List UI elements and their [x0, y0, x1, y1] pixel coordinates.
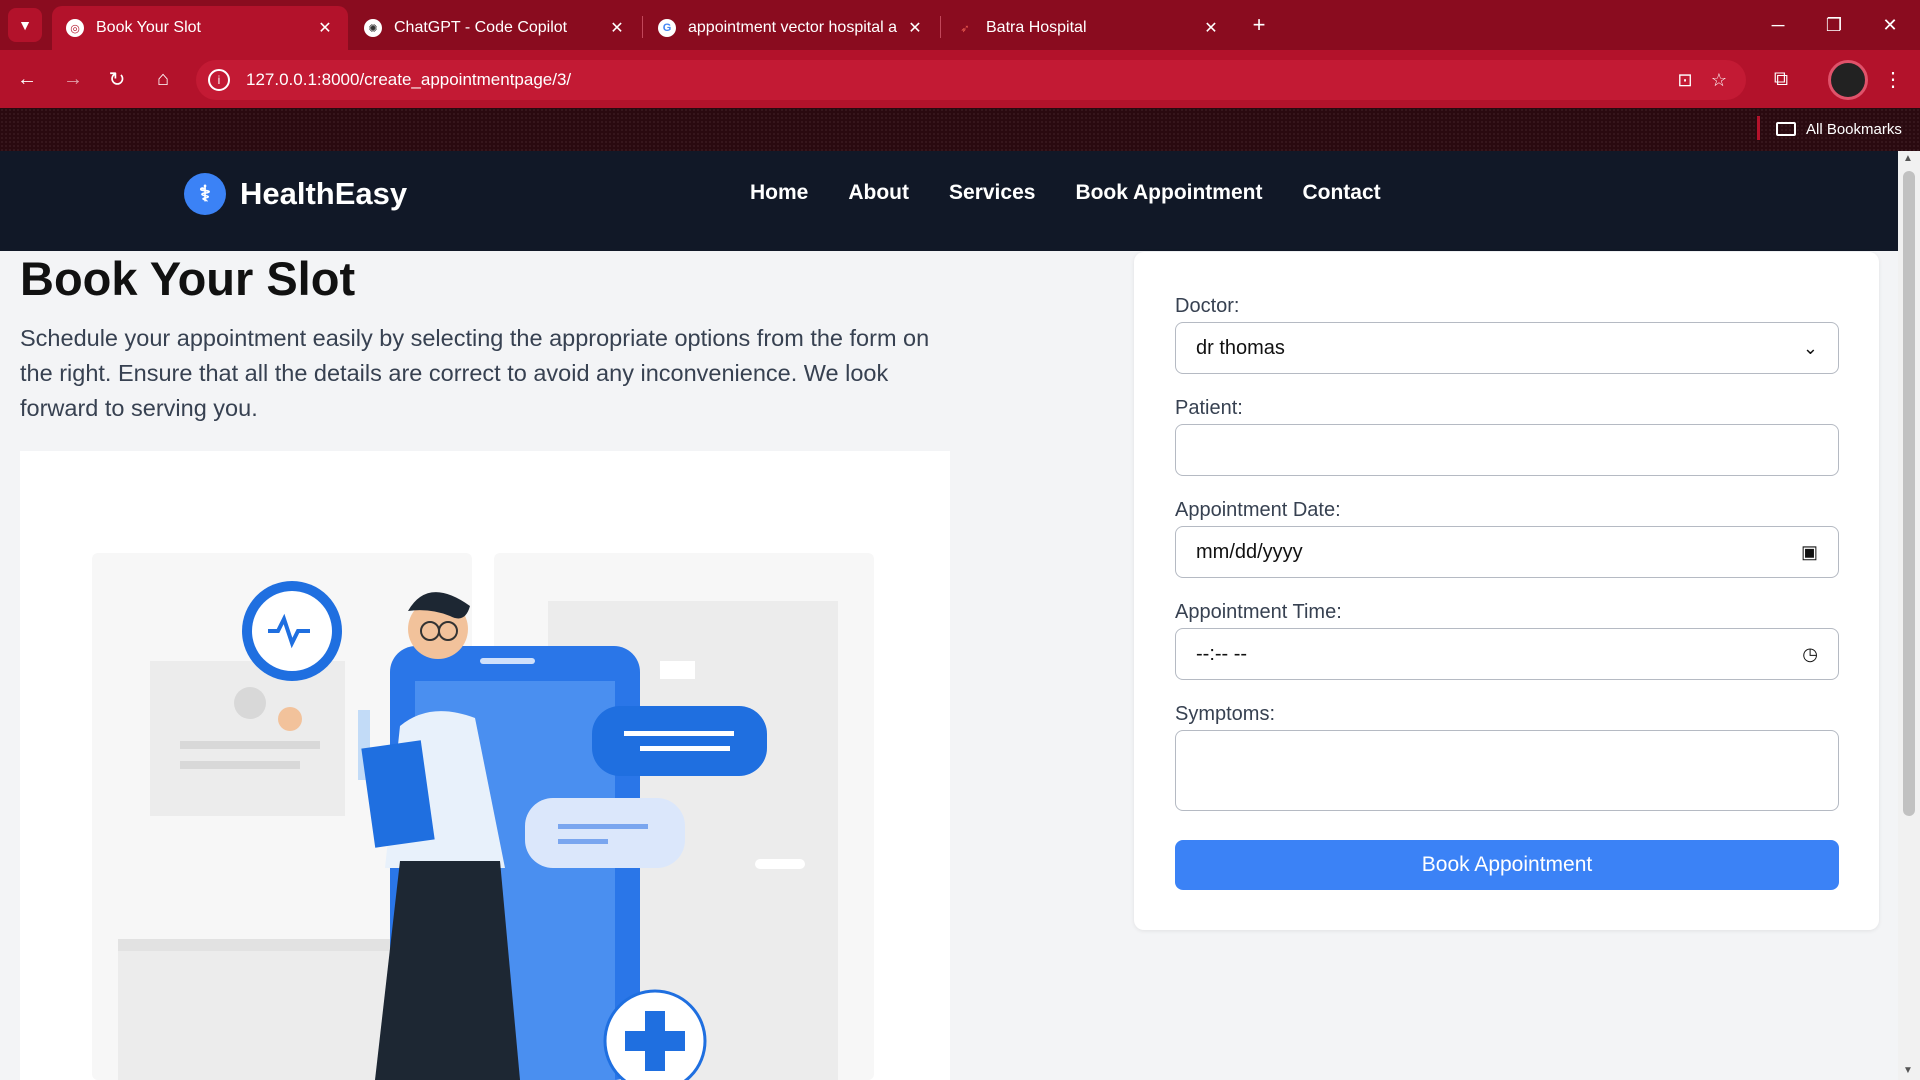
close-icon[interactable]: ✕ [316, 18, 334, 38]
appointment-time-label: Appointment Time: [1175, 601, 1342, 623]
nav-about[interactable]: About [848, 181, 909, 205]
back-icon[interactable]: ← [10, 62, 44, 96]
lens-icon[interactable]: ⊡ [1668, 63, 1702, 97]
url-text[interactable]: 127.0.0.1:8000/create_appointmentpage/3/ [246, 70, 1668, 90]
batra-logo-icon: ➶ [960, 22, 970, 35]
bookmarks-divider [1757, 116, 1760, 140]
chatgpt-icon: ✺ [364, 19, 382, 37]
all-bookmarks-label: All Bookmarks [1806, 120, 1902, 138]
calendar-icon[interactable]: ▣ [1801, 542, 1818, 563]
symptoms-label: Symptoms: [1175, 703, 1276, 725]
nav-home[interactable]: Home [750, 181, 808, 205]
page-title: Book Your Slot [20, 252, 356, 305]
restore-icon[interactable]: ❐ [1806, 0, 1862, 50]
tab-divider [642, 16, 643, 38]
main-menu: Home About Services Book Appointment Con… [750, 181, 1381, 205]
patient-input[interactable] [1175, 424, 1839, 476]
tab-google-search[interactable]: G appointment vector hospital ap ✕ [644, 6, 938, 50]
tab-strip: ▼ ◎ Book Your Slot ✕ ✺ ChatGPT - Code Co… [0, 0, 1920, 50]
page-scrollbar[interactable]: ▲ ▼ [1898, 151, 1920, 1080]
tab-search-button[interactable]: ▼ [8, 8, 42, 42]
date-input-value: mm/dd/yyyy [1196, 540, 1303, 563]
appointment-form: Doctor: dr thomas ⌄ Patient: Appointment… [1134, 252, 1879, 930]
avatar[interactable] [1828, 60, 1868, 100]
close-icon[interactable]: ✕ [608, 18, 626, 38]
patient-label: Patient: [1175, 397, 1243, 419]
site-info-icon[interactable]: i [208, 69, 230, 91]
time-input-value: --:-- -- [1196, 642, 1248, 665]
nav-services[interactable]: Services [949, 181, 1035, 205]
tab-title: appointment vector hospital ap [688, 19, 898, 36]
site-navbar: ⚕ HealthEasy Home About Services Book Ap… [0, 151, 1898, 251]
brand[interactable]: ⚕ HealthEasy [184, 173, 407, 215]
tab-title: Book Your Slot [96, 19, 201, 36]
scrollbar-thumb[interactable] [1903, 171, 1915, 816]
scroll-down-icon[interactable]: ▼ [1903, 1065, 1913, 1076]
nav-book-appointment[interactable]: Book Appointment [1075, 181, 1262, 205]
page-description: Schedule your appointment easily by sele… [20, 325, 930, 421]
close-icon[interactable]: ✕ [1202, 18, 1220, 38]
appointment-date-label: Appointment Date: [1175, 499, 1341, 521]
chevron-down-icon: ▼ [18, 17, 32, 33]
bookmarks-bar: All Bookmarks [0, 108, 1920, 151]
menu-kebab-icon[interactable]: ⋮ [1876, 62, 1910, 96]
new-tab-button[interactable]: + [1244, 10, 1274, 40]
chevron-down-icon: ⌄ [1802, 337, 1818, 358]
doctor-label: Doctor: [1175, 295, 1240, 317]
tab-title: ChatGPT - Code Copilot [394, 19, 568, 36]
appointment-date-input[interactable]: mm/dd/yyyy ▣ [1175, 526, 1839, 578]
tab-batra-hospital[interactable]: ➶ Batra Hospital ✕ [942, 6, 1234, 50]
globe-icon: ◎ [66, 19, 84, 37]
minimize-icon[interactable]: ─ [1750, 0, 1806, 50]
star-icon[interactable]: ☆ [1702, 63, 1736, 97]
browser-toolbar: ← → ↻ ⌂ i 127.0.0.1:8000/create_appointm… [0, 50, 1920, 108]
brand-name: HealthEasy [240, 176, 408, 211]
appointment-time-input[interactable]: --:-- -- ◷ [1175, 628, 1839, 680]
doctor-select-value: dr thomas [1196, 336, 1285, 359]
forward-icon[interactable]: → [56, 62, 90, 96]
folder-icon [1776, 122, 1796, 136]
clock-icon[interactable]: ◷ [1802, 644, 1818, 665]
home-icon[interactable]: ⌂ [146, 62, 180, 96]
tab-chatgpt[interactable]: ✺ ChatGPT - Code Copilot ✕ [350, 6, 640, 50]
book-appointment-button[interactable]: Book Appointment [1175, 840, 1839, 890]
main-content: Book Your Slot Schedule your appointment… [0, 251, 1898, 1080]
nav-contact[interactable]: Contact [1302, 181, 1380, 205]
google-icon: G [658, 19, 676, 37]
extensions-icon[interactable]: ⧉ [1764, 62, 1798, 96]
symptoms-textarea[interactable] [1175, 730, 1839, 811]
doctor-illustration [20, 451, 950, 1080]
medical-logo-icon: ⚕ [184, 173, 226, 215]
close-window-icon[interactable]: ✕ [1862, 0, 1918, 50]
address-bar[interactable]: i 127.0.0.1:8000/create_appointmentpage/… [196, 60, 1746, 100]
tab-divider [940, 16, 941, 38]
all-bookmarks-button[interactable]: All Bookmarks [1776, 114, 1902, 144]
close-icon[interactable]: ✕ [906, 18, 924, 38]
tab-title: Batra Hospital [986, 19, 1087, 36]
browser-chrome: ▼ ◎ Book Your Slot ✕ ✺ ChatGPT - Code Co… [0, 0, 1920, 151]
scroll-up-icon[interactable]: ▲ [1903, 153, 1913, 164]
doctor-select[interactable]: dr thomas ⌄ [1175, 322, 1839, 374]
tab-book-your-slot[interactable]: ◎ Book Your Slot ✕ [52, 6, 348, 50]
reload-icon[interactable]: ↻ [100, 62, 134, 96]
